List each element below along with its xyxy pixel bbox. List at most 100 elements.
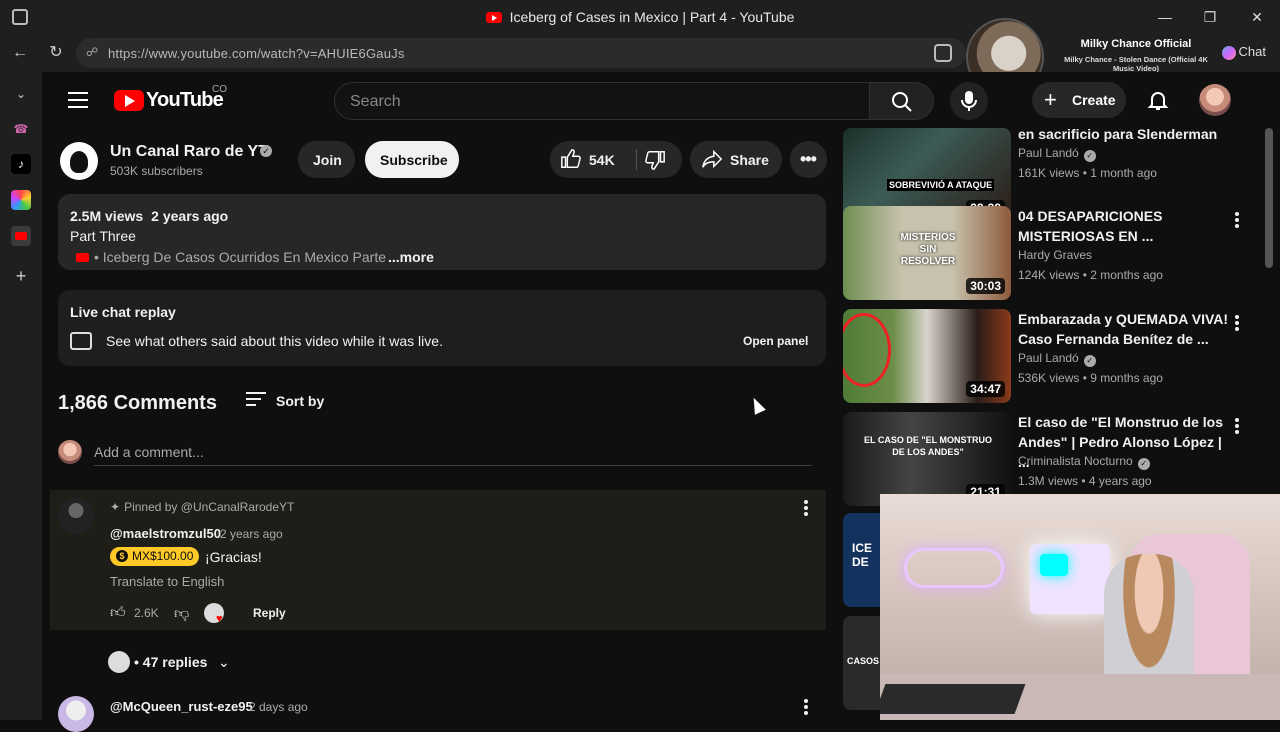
comment-count: 1,866 Comments: [58, 392, 217, 414]
video-channel[interactable]: Hardy Graves: [1018, 248, 1092, 262]
partial-thumbnail[interactable]: CASOS: [843, 616, 883, 710]
notifications-bell-icon[interactable]: [1146, 88, 1170, 112]
back-icon[interactable]: ←: [9, 42, 31, 64]
comment-like-icon[interactable]: 👍︎: [110, 604, 126, 622]
video-thumbnail[interactable]: MISTERIOS SIN RESOLVER 30:03: [843, 206, 1011, 300]
scrollbar[interactable]: [1265, 128, 1273, 268]
share-label: Share: [730, 152, 769, 168]
subscribe-button[interactable]: Subscribe: [365, 141, 459, 178]
video-duration: 34:47: [966, 381, 1005, 397]
video-options-icon[interactable]: [1235, 315, 1239, 333]
like-dislike-group: 54K: [550, 141, 682, 178]
extension-icon[interactable]: [934, 44, 952, 62]
video-duration: 30:03: [966, 278, 1005, 294]
video-options-icon[interactable]: [1235, 212, 1239, 230]
channel-label: Hardy Graves: [1018, 248, 1093, 262]
search-button[interactable]: [870, 82, 934, 120]
verified-icon: ✓: [1083, 355, 1096, 367]
browser-sidebar: ⌄ ☎ ♪ +: [0, 72, 42, 720]
description-line: Part Three: [70, 228, 136, 244]
refresh-icon[interactable]: ↻: [45, 42, 67, 64]
my-avatar: [58, 440, 82, 464]
comment-author[interactable]: @McQueen_rust-eze95: [110, 699, 253, 714]
description-box[interactable]: 2.5M views 2 years ago Part Three • Icebe…: [58, 194, 826, 270]
comment-input-underline: [94, 465, 812, 466]
creator-reply-avatar: [108, 651, 130, 673]
thumbnail-caption: EL CASO DE "EL MONSTRUO DE LOS ANDES": [864, 435, 992, 457]
comment-options-icon[interactable]: [804, 500, 808, 518]
sort-icon[interactable]: [246, 392, 266, 408]
account-avatar[interactable]: [1199, 84, 1231, 116]
live-chat-text: See what others said about this video wh…: [106, 333, 443, 349]
translate-link[interactable]: Translate to English: [110, 574, 224, 589]
address-bar[interactable]: ☍ https://www.youtube.com/watch?v=AHUIE6…: [76, 38, 966, 68]
verified-icon: ✓: [260, 145, 272, 157]
video-title[interactable]: en sacrificio para Slenderman: [1018, 124, 1233, 144]
youtube-header: YouTube CO Search + Create: [42, 72, 1280, 128]
commenter-avatar[interactable]: [58, 696, 94, 732]
video-channel[interactable]: Paul Landó ✓: [1018, 146, 1096, 162]
share-button[interactable]: Share: [690, 141, 782, 178]
voice-search-button[interactable]: [950, 82, 988, 120]
video-thumbnail[interactable]: EL CASO DE "EL MONSTRUO DE LOS ANDES" 21…: [843, 412, 1011, 506]
open-panel-button[interactable]: Open panel: [743, 334, 808, 348]
tiktok-icon[interactable]: ♪: [11, 154, 31, 174]
commenter-avatar[interactable]: [58, 498, 94, 534]
join-button[interactable]: Join: [298, 141, 355, 178]
dislike-icon[interactable]: [644, 149, 666, 171]
collapse-icon[interactable]: ⌄: [11, 84, 31, 104]
sort-by-button[interactable]: Sort by: [276, 393, 324, 409]
phone-app-icon[interactable]: ☎: [11, 119, 31, 139]
now-playing-song: Milky Chance - Stolen Dance (Official 4K…: [1064, 55, 1208, 73]
pinned-by-text: Pinned by @UnCanalRarodeYT: [124, 500, 295, 514]
like-icon[interactable]: [560, 148, 582, 170]
video-channel[interactable]: Criminalista Nocturno ✓: [1018, 454, 1150, 470]
video-thumbnail[interactable]: 34:47: [843, 309, 1011, 403]
share-icon: [702, 149, 723, 169]
video-options-icon[interactable]: [1235, 418, 1239, 436]
comment-time[interactable]: 2 years ago: [220, 527, 283, 541]
more-actions-button[interactable]: •••: [790, 141, 827, 178]
site-info-icon[interactable]: ☍: [86, 45, 100, 59]
view-replies-button[interactable]: • 47 replies ⌄: [106, 648, 244, 676]
youtube-app-icon[interactable]: [11, 226, 31, 246]
channel-label: Criminalista Nocturno: [1018, 454, 1133, 468]
comment-dislike-icon[interactable]: 👎︎: [174, 605, 189, 623]
channel-avatar[interactable]: [60, 142, 98, 180]
recommendation-item[interactable]: 34:47 Embarazada y QUEMADA VIVA! Caso Fe…: [843, 309, 1273, 405]
comment-author[interactable]: @maelstromzul50: [110, 526, 221, 541]
more-link[interactable]: ...more: [388, 249, 434, 265]
recommendation-item[interactable]: MISTERIOS SIN RESOLVER 30:03 04 DESAPARI…: [843, 206, 1273, 302]
channel-name[interactable]: Un Canal Raro de YT: [110, 143, 268, 161]
photos-app-icon[interactable]: [11, 190, 31, 210]
close-icon[interactable]: ✕: [1246, 6, 1268, 28]
playlist-link[interactable]: • Iceberg De Casos Ocurridos En Mexico P…: [94, 249, 386, 265]
view-count: 2.5M views: [70, 208, 144, 224]
replies-count: 47 replies: [142, 654, 208, 670]
youtube-logo-icon[interactable]: [114, 90, 144, 111]
video-title[interactable]: Embarazada y QUEMADA VIVA! Caso Fernanda…: [1018, 309, 1233, 349]
reply-button[interactable]: Reply: [253, 606, 286, 620]
search-placeholder: Search: [350, 93, 401, 110]
video-channel[interactable]: Paul Landó ✓: [1018, 351, 1096, 367]
chat-button[interactable]: Chat: [1239, 44, 1266, 59]
like-count[interactable]: 54K: [589, 152, 615, 168]
now-playing-artist: Milky Chance Official: [1080, 38, 1192, 50]
partial-thumbnail[interactable]: ICE DE: [843, 513, 883, 607]
create-button[interactable]: + Create: [1032, 82, 1126, 118]
upload-age: 2 years ago: [151, 208, 229, 224]
comment-options-icon[interactable]: [804, 699, 808, 717]
comment-time[interactable]: 2 days ago: [249, 700, 308, 714]
red-circle-marker: [843, 313, 891, 387]
video-title[interactable]: 04 DESAPARICIONES MISTERIOSAS EN ...: [1018, 206, 1233, 246]
add-comment-input[interactable]: Add a comment...: [94, 444, 204, 460]
add-app-icon[interactable]: +: [11, 266, 31, 286]
video-stats: 536K views • 9 months ago: [1018, 371, 1163, 385]
pinned-by-label: ✦ Pinned by @UnCanalRarodeYT: [110, 500, 294, 514]
search-input[interactable]: Search: [334, 82, 870, 120]
menu-icon[interactable]: [68, 92, 88, 108]
create-label: Create: [1072, 92, 1116, 108]
thumbnail-caption: CASOS: [847, 656, 880, 666]
copilot-icon[interactable]: [1222, 46, 1236, 60]
cyan-light: [1040, 554, 1068, 576]
